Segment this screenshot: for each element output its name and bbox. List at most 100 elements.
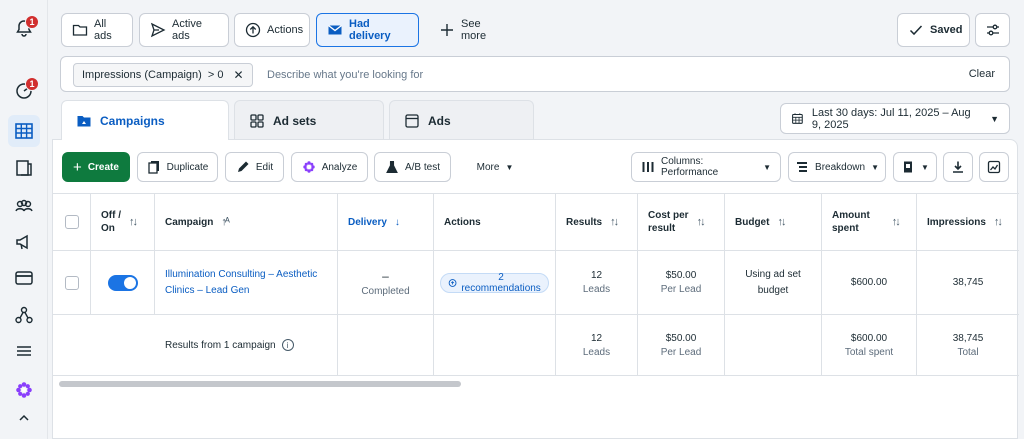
select-all-checkbox[interactable] [64,215,79,229]
send-icon [150,22,166,38]
checkmark-icon [909,25,923,36]
flask-icon [386,160,398,174]
caret-down-icon: ▼ [990,113,999,124]
summary-empty-cell [338,315,434,375]
columns-dropdown[interactable]: Columns: Performance ▼ [631,152,781,182]
caret-down-icon: ▼ [921,162,929,172]
col-campaign[interactable]: Campaign ↑ᴬ [155,194,338,250]
table-row: Illumination Consulting – Aesthetic Clin… [53,250,1019,314]
sort-icon: ↑↓ [891,215,901,228]
advertise-button[interactable] [8,226,40,258]
campaign-toggle[interactable] [107,274,138,291]
plus-icon: + [73,158,82,176]
see-more-filters[interactable]: See more [428,13,510,47]
search-input[interactable] [267,65,907,85]
sort-desc-icon: ↓ [394,216,400,228]
all-tools-button[interactable] [8,335,40,367]
create-button[interactable]: + Create [62,152,130,182]
recommendation-icon [448,278,457,287]
summary-row: Results from 1 campaign i 12 Leads $50.0… [53,314,1019,376]
chart-icon [987,160,1001,174]
actions-filter[interactable]: Actions [234,13,310,47]
cost-cell: $50.00 Per Lead [638,251,725,314]
saved-button[interactable]: Saved [897,13,970,47]
summary-empty-cell [725,315,822,375]
billing-button[interactable] [8,262,40,294]
more-dropdown[interactable]: More ▼ [465,152,525,182]
folder-icon [72,24,88,36]
ab-test-button[interactable]: A/B test [374,152,451,182]
collapse-button[interactable] [8,402,40,434]
col-actions[interactable]: Actions [434,194,556,250]
pages-icon [16,160,32,176]
ad-frame-icon [405,113,419,128]
recommendations-pill[interactable]: 2 recommendations [439,272,550,294]
col-cost-per-result[interactable]: Cost per result ↑↓ [638,194,725,250]
row-checkbox[interactable] [64,275,79,290]
col-impressions[interactable]: Impressions ↑↓ [917,194,1019,250]
sparkle-flower-icon [303,161,315,173]
summary-results-cell: 12 Leads [556,315,638,375]
reports-dropdown[interactable]: ▼ [893,152,937,182]
impressions-cell: 38,745 [952,277,984,288]
all-ads-filter[interactable]: All ads [61,13,133,47]
arrow-up-circle-icon [245,22,261,38]
search-bar: Impressions (Campaign) > 0 ✕ Clear [60,56,1010,92]
had-delivery-filter[interactable]: Had delivery [316,13,419,47]
col-budget[interactable]: Budget ↑↓ [725,194,822,250]
plus-icon [441,24,453,36]
chevron-up-icon [19,414,29,421]
duplicate-icon [148,161,159,174]
campaign-name-link[interactable]: Illumination Consulting – Aesthetic Clin… [165,267,317,299]
sort-az-icon: ↑ᴬ [221,215,230,228]
edit-button[interactable]: Edit [225,152,284,182]
info-icon[interactable]: i [281,339,294,351]
export-button[interactable] [943,152,973,182]
results-cell: 12 Leads [556,251,638,314]
grid-icon [250,113,264,128]
calendar-icon [792,113,803,124]
active-ads-filter[interactable]: Active ads [139,13,229,47]
caret-down-icon: ▼ [871,162,879,172]
breakdown-dropdown[interactable]: Breakdown ▼ [788,152,886,182]
charts-button[interactable] [979,152,1009,182]
horizontal-scrollbar[interactable] [59,381,461,387]
budget-cell: Using ad set budget [725,251,822,314]
clear-button[interactable]: Clear [969,68,995,80]
envelope-icon [328,24,342,35]
report-icon [904,161,913,173]
filter-chip[interactable]: Impressions (Campaign) > 0 ✕ [73,63,253,87]
sort-icon: ↑↓ [993,215,1003,228]
col-off-on[interactable]: Off / On ↑↓ [91,194,155,250]
col-results[interactable]: Results ↑↓ [556,194,638,250]
pencil-icon [237,161,249,172]
duplicate-button[interactable]: Duplicate [137,152,218,182]
ads-manager-table-button[interactable] [8,115,40,147]
summary-label-cell: Results from 1 campaign i [53,315,338,375]
tab-campaigns[interactable]: Campaigns [61,100,229,140]
tab-ads[interactable]: Ads [389,100,534,140]
toggle-cell [91,251,155,314]
business-settings-button[interactable] [8,299,40,331]
date-range-picker[interactable]: Last 30 days: Jul 11, 2025 – Aug 9, 2025… [780,103,1010,134]
analyze-button[interactable]: Analyze [291,152,368,182]
summary-cost-cell: $50.00 Per Lead [638,315,725,375]
credit-card-icon [15,271,33,285]
dashboard-button[interactable]: 1 [8,74,40,106]
caret-down-icon: ▼ [763,162,771,172]
people-icon [15,199,33,212]
close-icon[interactable]: ✕ [234,68,244,82]
notifications-button[interactable]: 1 [8,12,40,44]
col-delivery[interactable]: Delivery ↓ [338,194,434,250]
col-amount-spent[interactable]: Amount spent ↑↓ [822,194,917,250]
campaign-folder-icon [77,115,91,126]
sliders-icon [986,24,999,36]
sort-icon: ↑↓ [696,215,706,228]
tab-ad-sets[interactable]: Ad sets [234,100,384,140]
filter-settings-button[interactable] [975,13,1010,47]
amount-spent-cell: $600.00 [822,251,917,314]
audiences-button[interactable] [8,190,40,222]
columns-icon [642,162,654,172]
pages-button[interactable] [8,152,40,184]
breakdown-icon [797,162,808,172]
